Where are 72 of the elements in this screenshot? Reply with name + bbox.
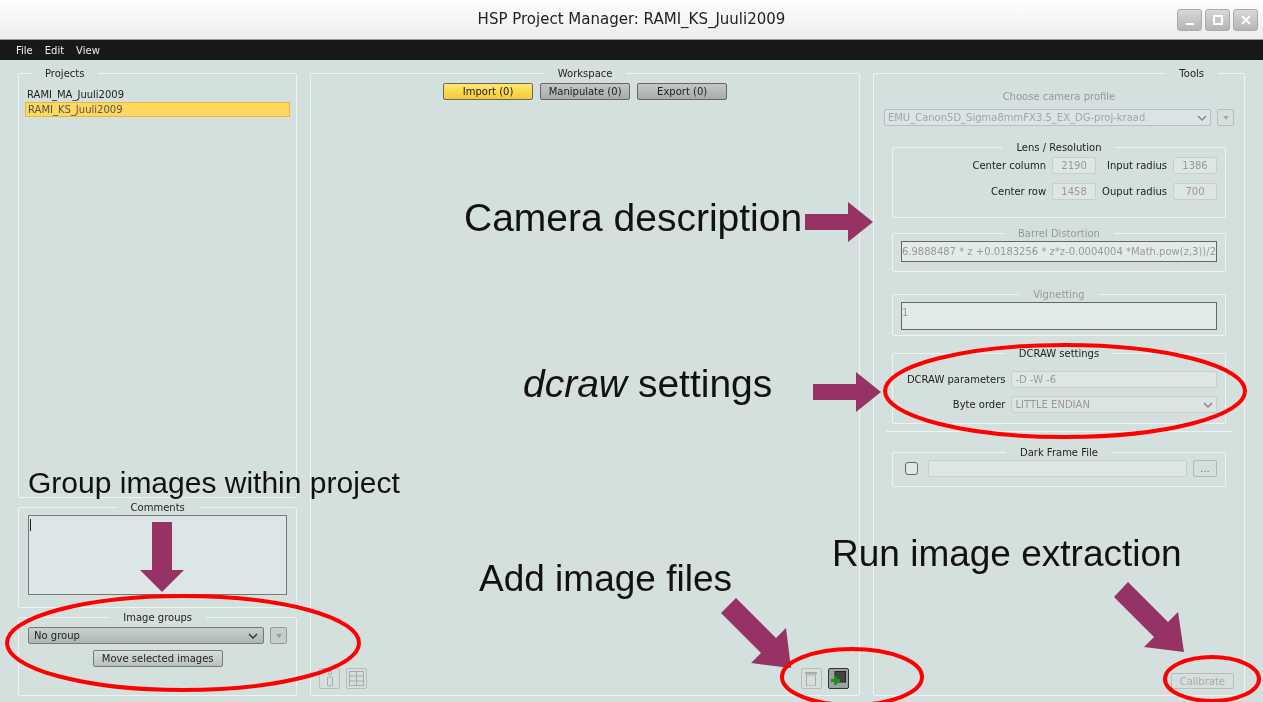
grid-button[interactable]: [346, 668, 368, 689]
info-button[interactable]: [319, 668, 341, 689]
number-field[interactable]: 1386: [1173, 157, 1217, 174]
chevron-down-icon: [1203, 401, 1213, 408]
project-item[interactable]: RAMI_MA_Juuli2009: [25, 87, 291, 102]
delete-button[interactable]: [800, 668, 822, 689]
comments-field[interactable]: [28, 515, 288, 595]
panel-title: Projects: [44, 67, 86, 81]
field-label: Ouput radius: [1102, 185, 1167, 199]
field-label: DCRAW parameters: [906, 373, 1006, 387]
workspace-tab[interactable]: Import (0): [443, 83, 534, 100]
browse-button[interactable]: ...: [1193, 460, 1217, 477]
dropdown-button[interactable]: [1217, 109, 1234, 126]
panel-title: Tools: [1178, 67, 1205, 81]
close-button[interactable]: [1233, 9, 1258, 31]
checkbox[interactable]: [904, 462, 918, 475]
add-files-button[interactable]: [827, 668, 849, 689]
number-field[interactable]: 700: [1173, 183, 1217, 200]
panel-title: DCRAW settings: [1017, 347, 1101, 361]
annotation-label: Run image extraction: [832, 535, 1182, 572]
arrow-icon: [805, 202, 873, 242]
panel-title: Lens / Resolution: [1015, 141, 1103, 155]
arrow-icon: [140, 522, 184, 592]
parameters-field[interactable]: -D -W -6: [1011, 371, 1217, 388]
add-icon: [830, 671, 846, 686]
project-item[interactable]: RAMI_KS_Juuli2009: [25, 102, 291, 117]
file-path-field[interactable]: [927, 460, 1187, 477]
field-label: Input radius: [1106, 159, 1167, 173]
annotation-label: Camera description: [464, 198, 803, 237]
maximize-button[interactable]: [1205, 9, 1230, 31]
panel-title: Barrel Distortion: [1017, 227, 1101, 241]
field-label: Byte order: [951, 398, 1006, 412]
field-label: Choose camera profile: [1001, 90, 1117, 104]
annotation-label: dcraw settings: [523, 364, 773, 403]
field-label: Center row: [990, 185, 1047, 199]
annotation-label: Group images within project: [28, 468, 400, 498]
number-field[interactable]: 1458: [1052, 183, 1097, 200]
menu-item[interactable]: File: [16, 42, 33, 58]
panel-title: Vignetting: [1032, 288, 1086, 302]
workspace-tab[interactable]: Manipulate (0): [540, 83, 631, 100]
trash-icon: [805, 671, 818, 686]
info-icon: [325, 670, 334, 687]
chevron-down-icon: [248, 632, 259, 639]
minimize-icon: [1185, 23, 1194, 25]
field-label: Center column: [971, 159, 1047, 173]
group-dropdown[interactable]: No group: [28, 627, 265, 644]
window-title: HSP Project Manager: RAMI_KS_Juuli2009: [477, 9, 786, 31]
vignetting-field[interactable]: 1: [900, 302, 1217, 330]
menu-item[interactable]: View: [76, 42, 100, 58]
arrow-icon: [721, 598, 791, 668]
move-images-button[interactable]: Move selected images: [92, 650, 223, 667]
maximize-icon: [1212, 15, 1223, 25]
barrel-distortion-field[interactable]: 6.9888487 * z +0.0183256 * z*z-0.0004004 *Math.pow(z,3))/2: [900, 241, 1217, 262]
minimize-button[interactable]: [1177, 9, 1202, 31]
dropdown-button[interactable]: [270, 627, 288, 644]
panel-title: Workspace: [556, 67, 614, 81]
chevron-down-icon: [275, 633, 282, 638]
grid-icon: [349, 671, 365, 686]
close-icon: [1240, 15, 1251, 25]
byte-order-dropdown[interactable]: LITTLE ENDIAN: [1011, 396, 1217, 413]
arrow-icon: [813, 372, 881, 412]
workspace-tab[interactable]: Export (0): [637, 83, 728, 100]
panel-title: Image groups: [122, 611, 194, 625]
menu-item[interactable]: Edit: [44, 42, 65, 58]
chevron-down-icon: [1222, 115, 1229, 120]
number-field[interactable]: 2190: [1052, 157, 1097, 174]
panel-title: Comments: [129, 501, 186, 515]
annotation-label: Add image files: [479, 560, 732, 597]
chevron-down-icon: [1197, 114, 1207, 121]
camera-profile-dropdown[interactable]: EMU_Canon5D_Sigma8mmFX3.5_EX_DG-proj-kraad: [883, 109, 1211, 126]
panel-title: Dark Frame File: [1018, 446, 1099, 460]
arrow-icon: [1114, 582, 1184, 652]
